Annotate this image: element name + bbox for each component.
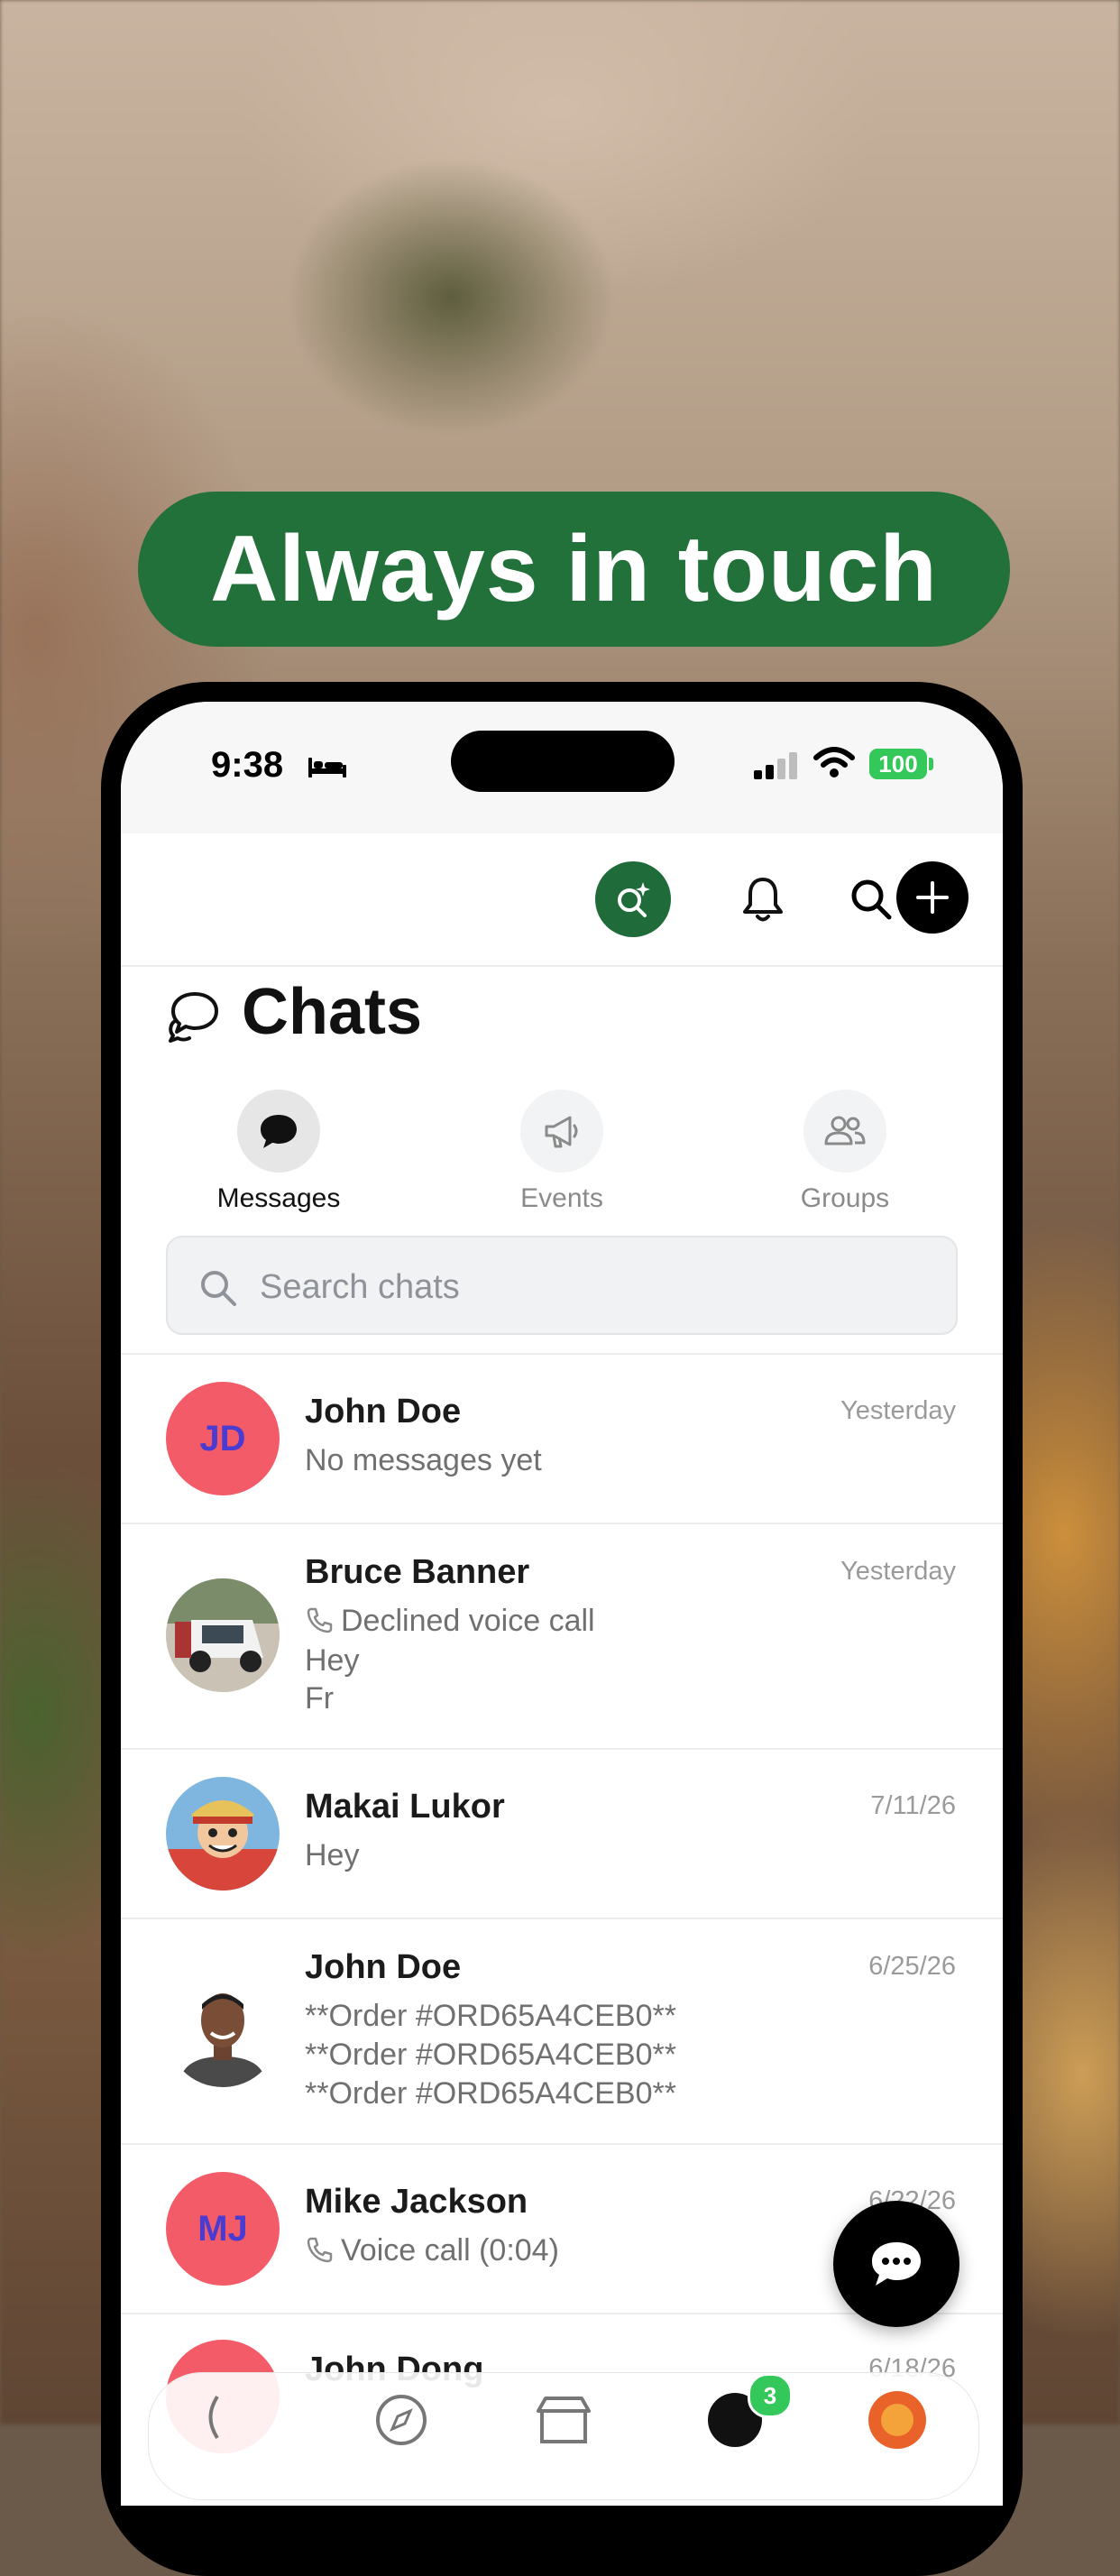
chat-date: Yesterday bbox=[840, 1557, 956, 1586]
plus-icon bbox=[916, 881, 949, 914]
top-toolbar bbox=[121, 833, 1003, 967]
chat-name: John Doe bbox=[305, 1393, 462, 1431]
avatar-photo-cartoon bbox=[166, 1777, 280, 1891]
search-field-icon bbox=[201, 1271, 236, 1306]
chat-preview-line: **Order #ORD65A4CEB0** bbox=[305, 2076, 676, 2111]
chat-preview: No messages yet bbox=[305, 1443, 542, 1477]
chat-name: Makai Lukor bbox=[305, 1788, 505, 1826]
chat-preview-line: Fr bbox=[305, 1681, 335, 1716]
tab-messages[interactable]: Messages bbox=[188, 1090, 369, 1214]
chat-name: Mike Jackson bbox=[305, 2183, 528, 2221]
chat-preview-text: Voice call (0:04) bbox=[341, 2233, 559, 2268]
tab-events-label: Events bbox=[520, 1183, 603, 1213]
chat-preview-line: Voice call (0:04) bbox=[305, 2233, 559, 2268]
chat-date: Yesterday bbox=[840, 1396, 956, 1425]
wifi-icon bbox=[813, 747, 855, 777]
chat-row[interactable]: John Doe 6/25/26 **Order #ORD65A4CEB0** … bbox=[121, 1918, 1003, 2143]
chat-row[interactable]: JD John Doe Yesterday No messages yet bbox=[121, 1353, 1003, 1523]
explore-nav-icon[interactable] bbox=[365, 2384, 437, 2456]
profile-avatar-icon[interactable] bbox=[861, 2384, 933, 2456]
chat-row[interactable]: Makai Lukor 7/11/26 Hey bbox=[121, 1748, 1003, 1918]
tab-events[interactable]: Events bbox=[472, 1090, 652, 1214]
chat-preview-line: **Order #ORD65A4CEB0** bbox=[305, 1999, 676, 2033]
chat-name: John Doe bbox=[305, 1948, 462, 1986]
chat-preview-line: Hey bbox=[305, 1643, 360, 1678]
cellular-signal-icon bbox=[754, 752, 797, 779]
chat-bubbles-icon bbox=[169, 992, 218, 1043]
chat-dots-icon bbox=[872, 2242, 921, 2286]
home-nav-icon[interactable] bbox=[181, 2384, 253, 2456]
chat-row[interactable]: Bruce Banner Yesterday Declined voice ca… bbox=[121, 1523, 1003, 1748]
status-time: 9:38 bbox=[211, 745, 284, 785]
tab-groups-label: Groups bbox=[800, 1183, 890, 1213]
phone-icon bbox=[307, 1607, 333, 1633]
search-bar[interactable] bbox=[166, 1236, 958, 1335]
ai-search-button[interactable] bbox=[595, 861, 671, 937]
phone-icon bbox=[307, 2237, 333, 2263]
headline-text: Always in touch bbox=[210, 516, 938, 621]
dynamic-island bbox=[451, 731, 675, 792]
page-title: Chats bbox=[242, 976, 423, 1048]
message-bubble-icon bbox=[261, 1115, 297, 1148]
avatar bbox=[166, 1777, 280, 1891]
avatar-photo-man bbox=[166, 1973, 280, 2087]
chat-preview-line: **Order #ORD65A4CEB0** bbox=[305, 2038, 676, 2072]
chat-date: 6/25/26 bbox=[868, 1952, 956, 1981]
chat-name: Bruce Banner bbox=[305, 1553, 530, 1591]
chat-preview-line: Declined voice call bbox=[305, 1604, 595, 1639]
tab-events-icon-wrap bbox=[520, 1090, 603, 1173]
battery-cap bbox=[929, 758, 933, 770]
tab-groups[interactable]: Groups bbox=[755, 1090, 935, 1214]
sleep-focus-icon bbox=[308, 758, 346, 777]
notifications-button[interactable] bbox=[725, 861, 801, 937]
chat-preview: Hey bbox=[305, 1838, 360, 1872]
megaphone-icon bbox=[545, 1116, 578, 1148]
unread-badge: 3 bbox=[748, 2373, 793, 2418]
avatar-photo-vehicle bbox=[166, 1578, 280, 1692]
people-icon bbox=[824, 1116, 866, 1145]
search-icon bbox=[851, 879, 892, 920]
avatar: MJ bbox=[166, 2172, 280, 2286]
chat-preview-text: Declined voice call bbox=[341, 1604, 595, 1638]
headline-banner: Always in touch bbox=[138, 492, 1010, 647]
compose-message-button[interactable] bbox=[833, 2201, 959, 2327]
avatar bbox=[166, 1973, 280, 2087]
new-chat-button[interactable] bbox=[896, 861, 969, 934]
battery-indicator: 100 bbox=[869, 749, 927, 779]
avatar: JD bbox=[166, 1382, 280, 1495]
search-input[interactable] bbox=[258, 1261, 893, 1313]
chat-date: 7/11/26 bbox=[870, 1791, 956, 1820]
status-bar: 9:38 100 bbox=[121, 702, 1003, 833]
avatar bbox=[166, 1578, 280, 1692]
marketplace-nav-icon[interactable] bbox=[528, 2384, 600, 2456]
tab-messages-icon-wrap bbox=[237, 1090, 320, 1173]
bottom-tab-bar: 3 bbox=[148, 2372, 979, 2500]
tab-groups-icon-wrap bbox=[803, 1090, 886, 1173]
bell-icon bbox=[743, 878, 783, 922]
tab-messages-label: Messages bbox=[216, 1183, 341, 1213]
sparkle-search-icon bbox=[618, 882, 650, 917]
